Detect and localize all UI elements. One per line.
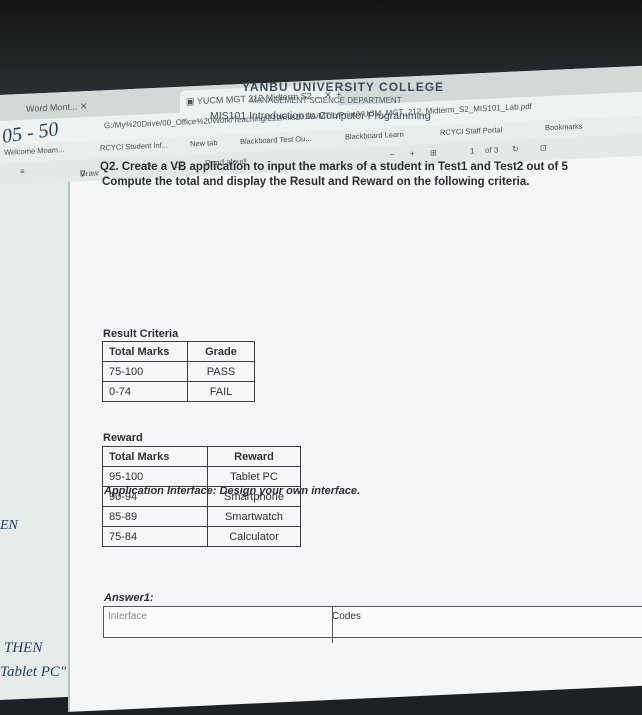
table-row: 75-100 PASS — [102, 361, 255, 382]
interface-instruction: Application Interface: Design your own i… — [104, 485, 361, 497]
bookmark-folder[interactable]: Bookmarks — [545, 122, 583, 133]
pdf-icon: ▣ — [186, 96, 195, 107]
table-cell: 85-89 — [102, 506, 208, 527]
table-cell: 75-100 — [102, 361, 188, 382]
zoom-in-icon[interactable]: + — [410, 149, 415, 158]
result-criteria-title: Result Criteria — [103, 328, 179, 340]
table-row: Total Marks Reward — [102, 446, 301, 467]
page-total: of 3 — [485, 145, 499, 155]
handwritten-tablet-pc: Tablet PC" — [0, 664, 67, 680]
question-line-1: Q2. Create a VB application to input the… — [100, 161, 568, 173]
handwritten-en: EN — [0, 518, 18, 533]
handwritten-then: THEN — [4, 640, 43, 656]
fit-page-icon[interactable]: ⊞ — [430, 148, 437, 157]
table-cell: FAIL — [187, 381, 255, 402]
table-row: Total Marks Grade — [102, 341, 255, 362]
page-number-input[interactable]: 1 — [470, 146, 474, 155]
table-row: 95-100 Tablet PC — [102, 466, 301, 487]
zoom-out-icon[interactable]: − — [390, 150, 395, 159]
question-text: Q2. Create a VB application to input the… — [100, 160, 642, 190]
department-name: MANAGEMENT SCIENCE DEPARTMENT — [250, 96, 402, 105]
table-cell: 0-74 — [102, 381, 188, 402]
bookmark-student-info[interactable]: RCYCI Student Inf... — [100, 140, 168, 152]
bookmark-staff-portal[interactable]: RCYCI Staff Portal — [440, 125, 502, 137]
table-cell: Calculator — [207, 526, 301, 547]
college-name: YANBU UNIVERSITY COLLEGE — [242, 80, 445, 94]
two-page-icon[interactable]: ⊡ — [540, 143, 547, 152]
tab-label: Word Mont... — [26, 101, 78, 114]
table-cell: Tablet PC — [207, 466, 301, 487]
bookmark-blackboard-test[interactable]: Blackboard Test Ou... — [240, 134, 312, 146]
draw-label: Draw — [80, 168, 99, 179]
bookmark-new-tab[interactable]: New tab — [190, 138, 218, 148]
table-header: Grade — [187, 341, 255, 362]
bookmark-blackboard-learn[interactable]: Blackboard Learn — [345, 130, 404, 142]
menu-icon[interactable]: ≡ — [20, 167, 25, 176]
close-icon[interactable]: ✕ — [80, 101, 88, 111]
course-title: MIS101 Introduction to Computer Programm… — [210, 110, 431, 122]
table-header: Total Marks — [102, 446, 208, 467]
table-row: 75-84 Calculator — [102, 526, 301, 547]
table-header: Reward — [207, 446, 301, 467]
rotate-icon[interactable]: ↻ — [512, 144, 519, 153]
answer-table: Interface Codes — [103, 606, 642, 643]
table-row: 85-89 Smartwatch — [102, 506, 301, 527]
table-header: Total Marks — [102, 341, 188, 362]
answer-label: Answer1: — [104, 592, 154, 604]
question-line-2: Compute the total and display the Result… — [102, 176, 530, 188]
table-cell: PASS — [187, 361, 255, 382]
table-cell: 75-84 — [102, 526, 208, 547]
answer-codes-cell: Codes — [332, 611, 361, 622]
table-cell: 95-100 — [102, 466, 208, 487]
reward-title: Reward — [103, 432, 143, 444]
table-cell: Smartwatch — [207, 506, 301, 527]
answer-interface-cell: Interface — [104, 607, 333, 643]
table-row: 0-74 FAIL — [102, 381, 255, 402]
result-table: Total Marks Grade 75-100 PASS 0-74 FAIL — [102, 341, 255, 402]
